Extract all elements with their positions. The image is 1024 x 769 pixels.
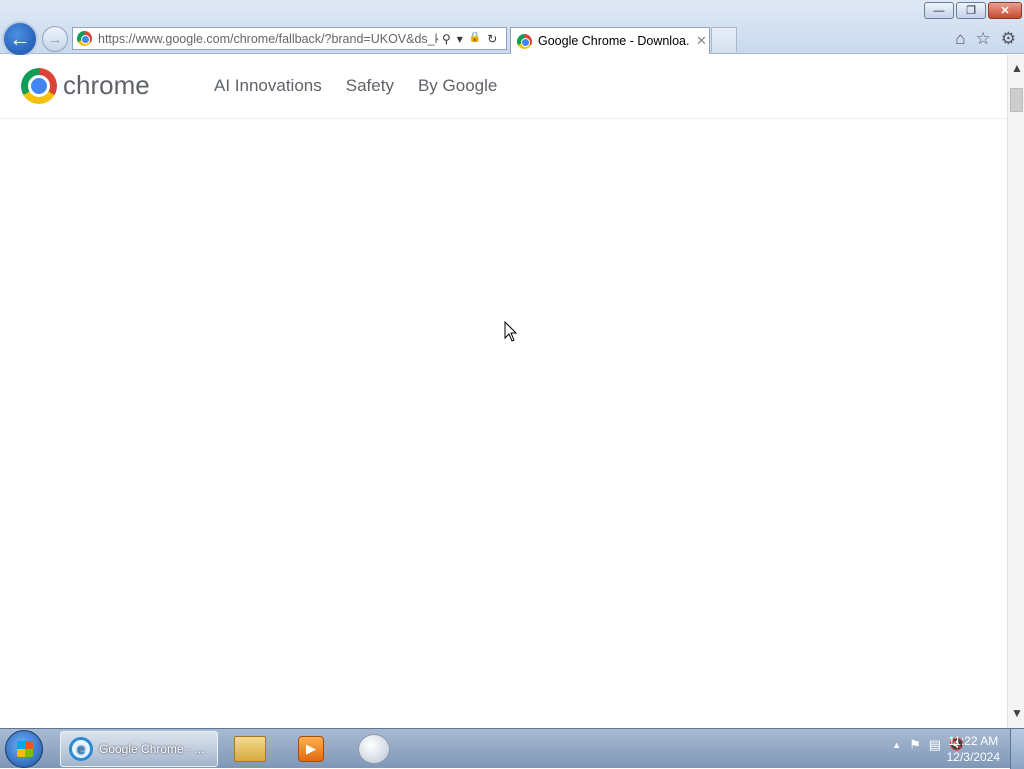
action-center-flag-icon[interactable]: ⚑ bbox=[909, 737, 921, 753]
browser-toolbar-icons: ⌂ ☆ ⚙ bbox=[955, 29, 1016, 49]
tab-close-icon[interactable]: ✕ bbox=[696, 33, 707, 49]
dropdown-icon[interactable]: ▾ bbox=[457, 32, 463, 46]
tray-expand-icon[interactable]: ▲ bbox=[892, 737, 901, 753]
home-icon[interactable]: ⌂ bbox=[955, 29, 965, 49]
nav-safety[interactable]: Safety bbox=[346, 76, 394, 96]
scroll-thumb[interactable] bbox=[1010, 88, 1023, 112]
clock-time: 11:22 AM bbox=[948, 734, 999, 748]
start-button[interactable] bbox=[5, 730, 43, 768]
refresh-icon[interactable]: ↻ bbox=[487, 32, 497, 46]
chrome-logo-icon[interactable] bbox=[21, 68, 57, 104]
page-content: chrome AI Innovations Safety By Google bbox=[0, 55, 1007, 728]
clock-date: 12/3/2024 bbox=[946, 750, 1000, 764]
back-button[interactable]: ← bbox=[2, 21, 38, 57]
settings-gear-icon[interactable]: ⚙ bbox=[1001, 29, 1016, 49]
internet-explorer-icon: e bbox=[69, 737, 93, 761]
tab-title: Google Chrome - Downloa... bbox=[538, 34, 690, 48]
back-arrow-icon: ← bbox=[9, 26, 31, 51]
media-player-icon[interactable]: ▶ bbox=[298, 736, 324, 762]
file-explorer-icon[interactable] bbox=[234, 736, 266, 762]
scroll-up-icon[interactable]: ▲ bbox=[1011, 61, 1023, 75]
show-desktop-button[interactable] bbox=[1010, 729, 1024, 769]
restore-button[interactable]: ❐ bbox=[956, 2, 986, 19]
logo-text[interactable]: chrome bbox=[63, 70, 150, 101]
window-controls: — ❐ ✕ bbox=[924, 2, 1022, 19]
forward-arrow-icon: → bbox=[47, 30, 63, 48]
lock-icon[interactable]: 🔒 bbox=[469, 32, 481, 46]
vertical-scrollbar[interactable]: ▲ ▼ bbox=[1007, 55, 1024, 728]
taskbar-ie-window[interactable]: e Google Chrome - ... bbox=[60, 731, 218, 767]
globe-app-icon[interactable] bbox=[358, 734, 390, 764]
forward-button[interactable]: → bbox=[42, 26, 68, 52]
browser-tab[interactable]: Google Chrome - Downloa... ✕ bbox=[510, 27, 710, 54]
favorites-star-icon[interactable]: ☆ bbox=[976, 29, 991, 49]
taskbar: e Google Chrome - ... ▶ ▲ ⚑ ▤ 🔇 11:22 AM… bbox=[0, 728, 1024, 769]
site-header: chrome AI Innovations Safety By Google bbox=[0, 55, 1007, 119]
chrome-favicon-icon bbox=[517, 33, 532, 49]
minimize-button[interactable]: — bbox=[924, 2, 954, 19]
close-window-button[interactable]: ✕ bbox=[988, 2, 1022, 19]
new-tab-button[interactable] bbox=[711, 27, 737, 52]
scroll-down-icon[interactable]: ▼ bbox=[1011, 706, 1023, 720]
site-nav: AI Innovations Safety By Google bbox=[214, 76, 497, 96]
chrome-favicon-icon bbox=[77, 31, 92, 46]
nav-ai-innovations[interactable]: AI Innovations bbox=[214, 76, 322, 96]
taskbar-ie-label: Google Chrome - ... bbox=[99, 742, 205, 756]
nav-by-google[interactable]: By Google bbox=[418, 76, 497, 96]
address-url[interactable]: https://www.google.com/chrome/fallback/?… bbox=[98, 32, 438, 46]
taskbar-clock[interactable]: 11:22 AM 12/3/2024 bbox=[947, 733, 1000, 765]
search-icon[interactable]: ⚲ bbox=[442, 32, 451, 46]
network-icon[interactable]: ▤ bbox=[929, 737, 941, 753]
mouse-cursor-icon bbox=[504, 321, 518, 342]
address-bar[interactable]: https://www.google.com/chrome/fallback/?… bbox=[72, 27, 507, 50]
